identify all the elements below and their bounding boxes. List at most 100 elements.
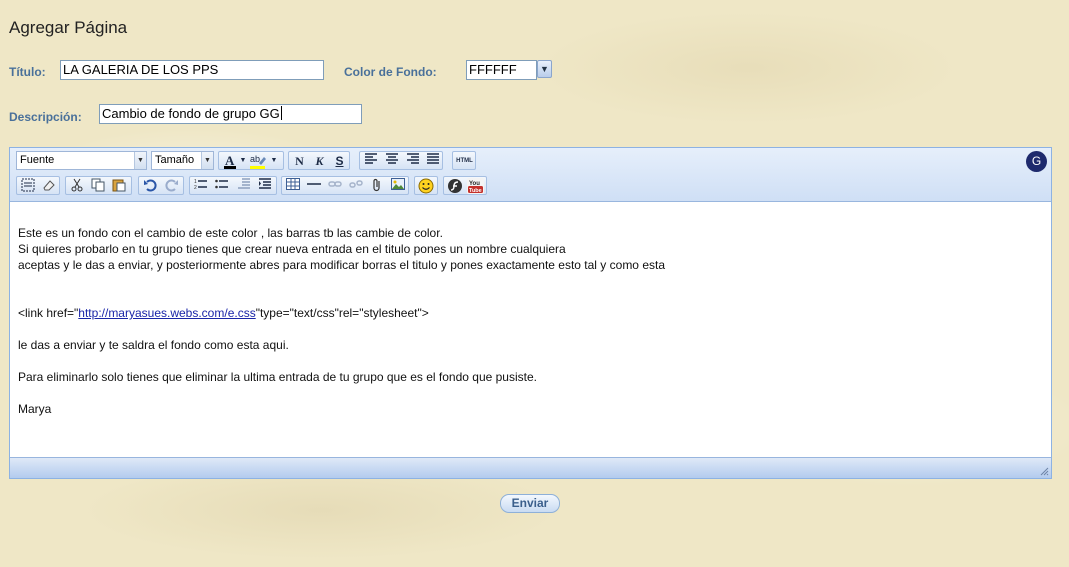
select-all-button[interactable] [19, 178, 36, 194]
svg-text:ab: ab [250, 154, 260, 164]
chevron-down-icon: ▼ [134, 152, 146, 169]
descripcion-text: Cambio de fondo de grupo GG [102, 106, 280, 121]
media-group: You Tube [443, 176, 487, 195]
unlink-icon [348, 180, 363, 188]
align-group [359, 151, 443, 170]
send-button[interactable]: Enviar [500, 494, 560, 513]
color-dropdown-button[interactable]: ▼ [537, 60, 552, 78]
strikethrough-button[interactable]: S [331, 153, 348, 169]
ordered-list-icon: 12 [194, 179, 207, 191]
resize-grip-icon[interactable] [1039, 466, 1049, 476]
scissors-icon [71, 178, 82, 192]
eraser-button[interactable] [40, 178, 57, 194]
html-group: HTML [452, 151, 476, 170]
undo-button[interactable] [141, 178, 158, 194]
cut-button[interactable] [68, 178, 85, 194]
outdent-button[interactable] [235, 178, 252, 194]
stylesheet-link[interactable]: http://maryasues.webs.com/e.css [78, 306, 255, 320]
link-button[interactable] [326, 178, 343, 194]
html-button[interactable]: HTML [455, 153, 474, 169]
color-fondo-input[interactable]: FFFFFF [466, 60, 537, 80]
font-select-value: Fuente [20, 154, 55, 166]
flash-icon [447, 179, 462, 193]
copy-button[interactable] [89, 178, 106, 194]
indent-icon [258, 178, 271, 189]
color-group: A ▼ ab ▼ [218, 151, 284, 170]
chevron-down-icon: ▼ [540, 64, 549, 74]
horizontal-rule-button[interactable] [305, 178, 322, 194]
rich-text-editor[interactable]: Fuente ▼ Tamaño ▼ A ▼ ab ▼ N K S HTML G … [9, 147, 1052, 479]
page-title: Agregar Página [9, 18, 128, 37]
insert-group [281, 176, 409, 195]
titulo-input[interactable]: LA GALERIA DE LOS PPS [60, 60, 324, 80]
ordered-list-button[interactable]: 12 [192, 178, 209, 194]
align-center-button[interactable] [383, 153, 400, 169]
color-fondo-label: Color de Fondo: [344, 65, 437, 79]
select-all-icon [21, 178, 34, 192]
content-line: Si quieres probarlo en tu grupo tienes q… [18, 242, 566, 256]
link-suffix: "type="text/css"rel="stylesheet"> [255, 306, 429, 320]
g-badge-icon[interactable]: G [1026, 151, 1047, 172]
emoticon-button[interactable] [417, 178, 434, 194]
content-line: aceptas y le das a enviar, y posteriorme… [18, 258, 665, 272]
align-right-icon [406, 153, 419, 164]
highlight-button[interactable]: ab [249, 153, 266, 169]
image-icon [390, 178, 405, 190]
svg-text:2: 2 [194, 185, 197, 190]
undo-icon [143, 179, 156, 192]
editor-toolbar: Fuente ▼ Tamaño ▼ A ▼ ab ▼ N K S HTML G … [10, 148, 1051, 202]
highlight-icon: ab [250, 154, 266, 169]
highlight-dropdown[interactable]: ▼ [269, 153, 279, 169]
list-group: 12 [189, 176, 277, 195]
youtube-button[interactable]: You Tube [467, 178, 484, 194]
toolbar-row-2: 12 You Tube [15, 176, 1035, 198]
image-button[interactable] [389, 178, 406, 194]
table-button[interactable] [284, 178, 301, 194]
paste-button[interactable] [110, 178, 127, 194]
content-line: le das a enviar y te saldra el fondo com… [18, 338, 289, 352]
eraser-icon [42, 180, 55, 191]
smiley-icon [418, 178, 433, 194]
source-group [16, 176, 60, 195]
svg-text:Tube: Tube [469, 188, 482, 194]
link-prefix: <link href=" [18, 306, 79, 320]
paste-icon [112, 179, 125, 192]
descripcion-input[interactable]: Cambio de fondo de grupo GG [99, 104, 362, 124]
svg-text:A: A [225, 153, 235, 168]
redo-button[interactable] [163, 178, 180, 194]
signature-line: Marya [18, 402, 52, 416]
content-line: Para eliminarlo solo tienes que eliminar… [18, 370, 537, 384]
flash-button[interactable] [446, 178, 463, 194]
font-color-button[interactable]: A [221, 153, 238, 169]
youtube-icon: You Tube [467, 178, 484, 194]
align-left-icon [364, 153, 377, 164]
font-select[interactable]: Fuente ▼ [16, 151, 147, 170]
toolbar-row-1: Fuente ▼ Tamaño ▼ A ▼ ab ▼ N K S HTML [15, 151, 1035, 173]
align-left-button[interactable] [362, 153, 379, 169]
style-group: N K S [288, 151, 350, 170]
editor-content[interactable]: Este es un fondo con el cambio de este c… [18, 225, 1038, 417]
italic-button[interactable]: K [311, 153, 328, 169]
indent-button[interactable] [256, 178, 273, 194]
link-line: <link href="http://maryasues.webs.com/e.… [18, 305, 1038, 321]
bold-button[interactable]: N [291, 153, 308, 169]
align-justify-button[interactable] [424, 153, 441, 169]
unordered-list-button[interactable] [213, 178, 230, 194]
align-right-button[interactable] [404, 153, 421, 169]
unlink-button[interactable] [347, 178, 364, 194]
size-select[interactable]: Tamaño ▼ [151, 151, 214, 170]
attach-button[interactable] [368, 178, 385, 194]
align-center-icon [385, 153, 398, 164]
font-color-dropdown[interactable]: ▼ [238, 153, 248, 169]
copy-icon [91, 178, 104, 192]
unordered-list-icon [214, 179, 228, 189]
size-select-value: Tamaño [155, 154, 195, 166]
table-icon [285, 178, 300, 190]
paperclip-icon [372, 178, 380, 192]
clipboard-group [65, 176, 132, 195]
editor-statusbar [10, 457, 1051, 478]
descripcion-label: Descripción: [9, 110, 82, 124]
